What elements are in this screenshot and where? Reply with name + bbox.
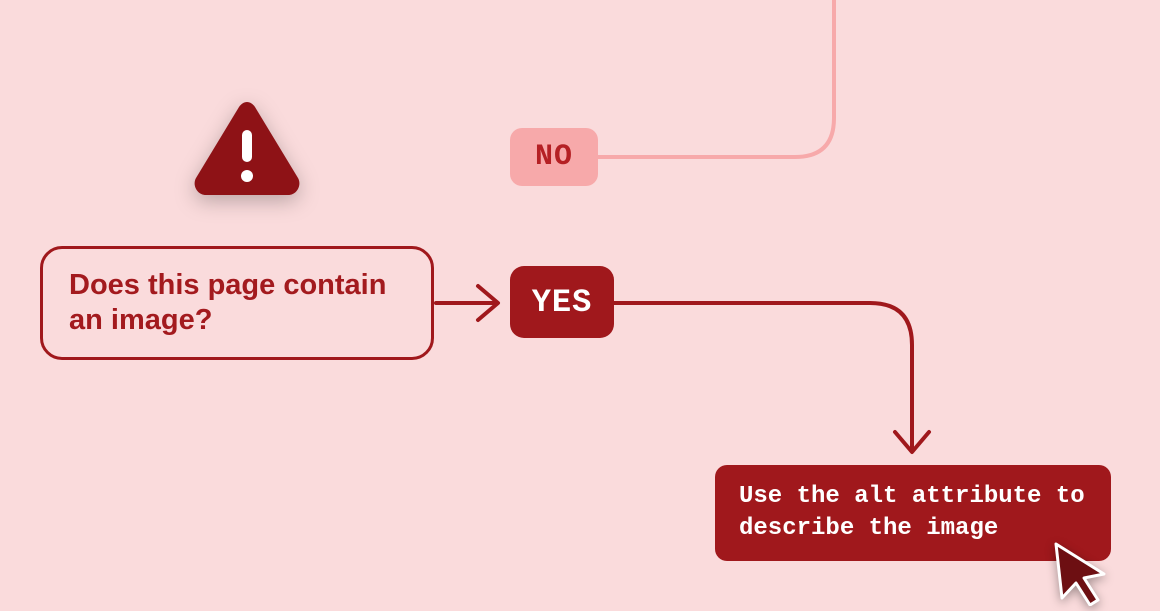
warning-icon xyxy=(192,98,302,198)
result-text: Use the alt attribute to describe the im… xyxy=(739,481,1087,546)
answer-yes-label: YES xyxy=(532,284,593,321)
answer-yes-node: YES xyxy=(510,266,614,338)
answer-no-node: NO xyxy=(510,128,598,186)
answer-no-label: NO xyxy=(535,140,573,174)
flowchart-canvas: Does this page contain an image? NO YES … xyxy=(0,0,1160,609)
question-node: Does this page contain an image? xyxy=(40,246,434,360)
cursor-icon xyxy=(1050,540,1112,606)
question-text: Does this page contain an image? xyxy=(69,268,405,339)
